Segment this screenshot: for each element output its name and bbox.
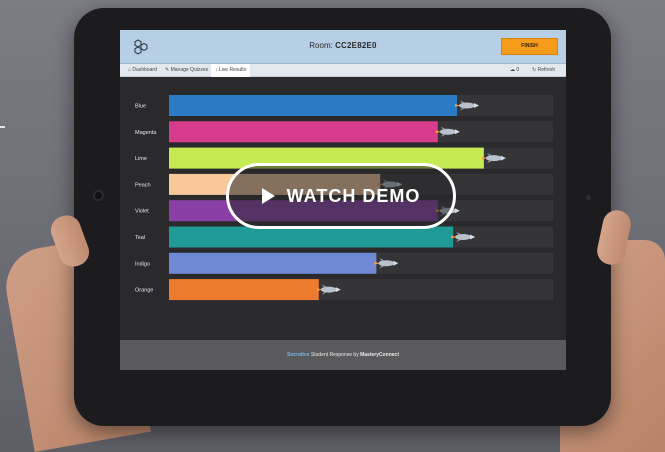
decorative-mark <box>0 126 5 128</box>
room-indicator: Room: CC2E82E0 <box>120 41 566 50</box>
category-label: Magenta <box>135 130 157 136</box>
cloud-icon: ☁ <box>510 67 515 73</box>
tab-live-results[interactable]: ↓ Live Results <box>211 64 251 77</box>
tab-dashboard[interactable]: ⌂ Dashboard <box>128 67 157 73</box>
category-label: Peach <box>135 182 151 188</box>
room-label: Room: <box>309 41 333 50</box>
tab-label: Live Results <box>218 67 247 73</box>
home-button <box>93 190 104 201</box>
category-label: Blue <box>135 104 146 110</box>
category-label: Teal <box>135 235 145 241</box>
nav-bar: ⌂ Dashboard ✎ Manage Quizzes ↓ Live Resu… <box>120 64 566 77</box>
cloud-count[interactable]: ☁ 0 <box>510 67 519 73</box>
category-label: Orange <box>135 288 153 294</box>
footer-middle: Student Response by <box>309 352 361 358</box>
camera <box>586 195 591 200</box>
play-icon <box>261 188 275 204</box>
tab-label: Manage Quizzes <box>170 67 209 73</box>
category-label: Lime <box>135 156 147 162</box>
cloud-count-label: 0 <box>516 67 520 73</box>
bar <box>169 226 454 248</box>
refresh-label: Refresh <box>537 67 556 73</box>
bar <box>169 95 457 116</box>
room-code: CC2E82E0 <box>335 41 377 50</box>
watch-demo-label: WATCH DEMO <box>286 185 421 206</box>
bar <box>169 279 319 301</box>
footer-brand[interactable]: Socrative <box>287 352 310 358</box>
refresh-button[interactable]: ↻ Refresh <box>532 67 555 73</box>
watch-demo-button[interactable]: WATCH DEMO <box>226 163 456 229</box>
footer: Socrative Student Response by MasteryCon… <box>120 340 566 370</box>
pin-icon: ↓ <box>215 67 218 73</box>
footer-company[interactable]: MasteryConnect <box>360 352 399 358</box>
tab-label: Dashboard <box>132 67 157 73</box>
tab-manage-quizzes[interactable]: ✎ Manage Quizzes <box>165 67 208 73</box>
bar <box>169 252 377 274</box>
category-label: Indigo <box>135 261 150 267</box>
refresh-icon: ↻ <box>532 67 537 73</box>
top-bar: Room: CC2E82E0 FINISH <box>120 30 566 64</box>
bar <box>169 121 438 143</box>
home-icon: ⌂ <box>128 67 132 73</box>
finish-button[interactable]: FINISH <box>501 38 558 55</box>
category-label: Violet <box>135 209 149 215</box>
wrench-icon: ✎ <box>165 67 170 73</box>
